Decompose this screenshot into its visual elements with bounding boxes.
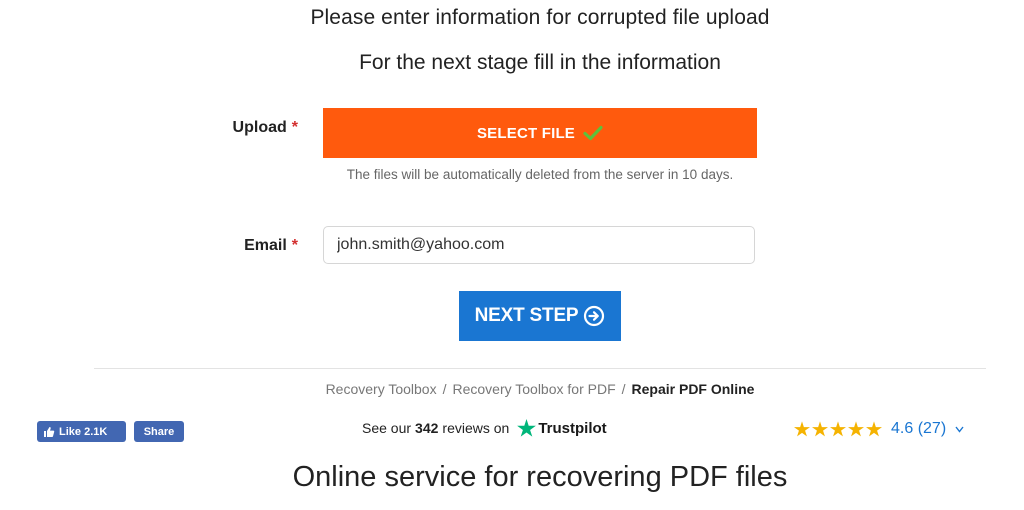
trustpilot-brand: Trustpilot	[538, 419, 607, 437]
like-count: 2.1K	[84, 425, 108, 438]
like-label: Like	[59, 425, 82, 438]
breadcrumb-link-recovery-toolbox[interactable]: Recovery Toolbox	[326, 381, 437, 397]
main-title: Online service for recovering PDF files	[292, 461, 788, 493]
upload-label: Upload *	[233, 119, 298, 137]
page-subtitle: For the next stage fill in the informati…	[359, 51, 721, 74]
upload-hint: The files will be automatically deleted …	[346, 167, 734, 182]
trustpilot-star-icon	[517, 419, 537, 437]
required-asterisk: *	[291, 237, 298, 254]
upload-label-text: Upload	[232, 119, 287, 136]
trustpilot-widget[interactable]: See our 342 reviews on Trustpilot	[362, 419, 607, 437]
breadcrumb-link-recovery-toolbox-pdf[interactable]: Recovery Toolbox for PDF	[452, 381, 615, 397]
page-title: Please enter information for corrupted f…	[310, 6, 770, 29]
select-file-button[interactable]: SELECT FILE	[323, 108, 757, 158]
select-file-label: SELECT FILE	[476, 124, 576, 142]
email-label: Email *	[244, 237, 298, 255]
rating-widget: 4.6 (27)	[794, 420, 964, 438]
rating-value-link[interactable]: 4.6 (27)	[891, 420, 946, 438]
facebook-share-button[interactable]: Share	[134, 421, 184, 442]
caret-down-icon[interactable]	[955, 425, 964, 433]
next-step-label: NEXT STEP	[474, 305, 579, 326]
trustpilot-prefix: See our	[362, 420, 412, 436]
breadcrumb-current: Repair PDF Online	[631, 381, 755, 397]
trustpilot-suffix: reviews on	[442, 420, 510, 436]
star-icon	[866, 421, 882, 437]
email-label-text: Email	[244, 237, 287, 254]
star-icon	[812, 421, 828, 437]
check-icon	[583, 125, 603, 141]
star-icon	[848, 421, 864, 437]
section-divider	[94, 368, 986, 369]
review-count: 342	[415, 420, 439, 436]
thumbs-up-icon	[43, 426, 55, 438]
breadcrumb-separator: /	[621, 381, 626, 397]
next-step-button[interactable]: NEXT STEP	[459, 291, 621, 341]
required-asterisk: *	[291, 119, 298, 136]
email-input[interactable]	[323, 226, 755, 264]
facebook-like-button[interactable]: Like 2.1K	[37, 421, 126, 442]
breadcrumb: Recovery Toolbox / Recovery Toolbox for PD…	[0, 381, 1024, 397]
breadcrumb-separator: /	[442, 381, 447, 397]
arrow-circle-right-icon	[583, 305, 605, 327]
share-label: Share	[143, 425, 175, 438]
star-icon	[794, 421, 810, 437]
star-icon	[830, 421, 846, 437]
rating-stars	[794, 421, 882, 437]
